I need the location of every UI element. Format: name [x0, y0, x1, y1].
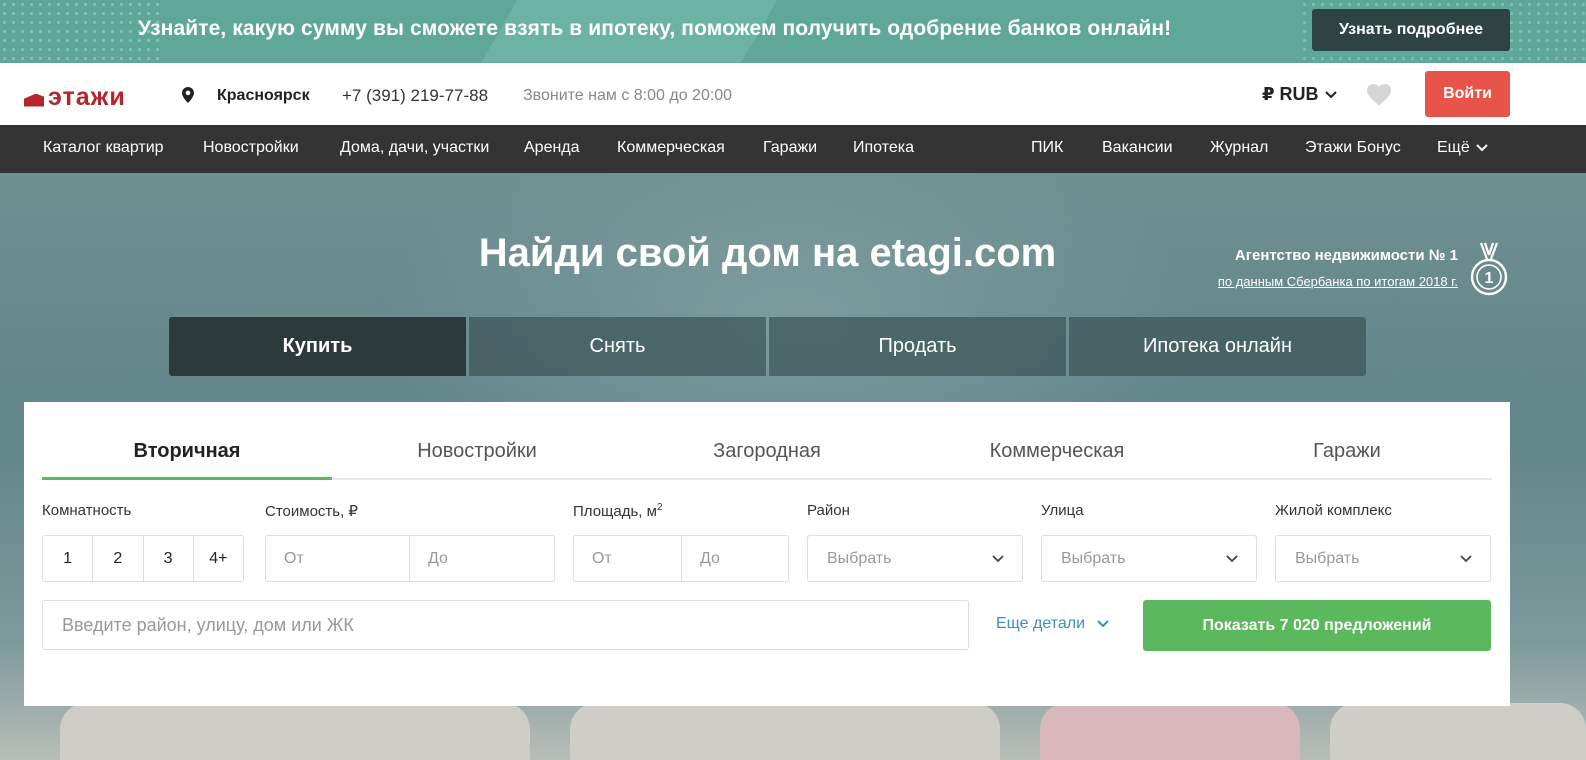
rooms-label: Комнатность	[42, 502, 132, 519]
nav-item-vacancies[interactable]: Вакансии	[1102, 139, 1173, 157]
chevron-down-icon	[1460, 554, 1472, 562]
area-label: Площадь, м2	[573, 502, 663, 520]
price-range	[265, 535, 555, 582]
property-type-tabs: Вторичная Новостройки Загородная Коммерч…	[42, 420, 1492, 480]
working-hours: Звоните нам с 8:00 до 20:00	[523, 87, 733, 104]
medal-icon: 1	[1470, 242, 1508, 296]
tab-secondary[interactable]: Вторичная	[42, 420, 332, 480]
nav-item-bonus[interactable]: Этажи Бонус	[1305, 139, 1401, 157]
hero-background-sofa	[60, 703, 530, 760]
price-to-input[interactable]	[410, 536, 554, 581]
chevron-down-icon	[1097, 620, 1109, 628]
logo[interactable]: этажи	[24, 83, 126, 112]
area-label-text: Площадь, м	[573, 503, 657, 520]
nav-item-more[interactable]: Ещё	[1437, 139, 1488, 157]
chevron-down-icon	[1226, 554, 1238, 562]
map-pin-icon	[182, 87, 194, 103]
medal-number: 1	[1485, 270, 1494, 287]
show-offers-button[interactable]: Показать 7 020 предложений	[1143, 600, 1491, 651]
more-details-label: Еще детали	[996, 615, 1086, 632]
complex-select-value: Выбрать	[1295, 549, 1360, 567]
complex-label: Жилой комплекс	[1275, 502, 1392, 519]
area-from-input[interactable]	[574, 536, 682, 581]
nav-item-garages[interactable]: Гаражи	[763, 139, 817, 157]
search-panel: Вторичная Новостройки Загородная Коммерч…	[24, 402, 1510, 706]
agency-award: Агентство недвижимости № 1 по данным Сбе…	[1190, 247, 1458, 289]
area-label-sup: 2	[656, 502, 663, 513]
heart-icon[interactable]	[1367, 84, 1391, 106]
site-header: этажи Красноярск +7 (391) 219-77-88 Звон…	[0, 63, 1586, 125]
street-label: Улица	[1041, 502, 1084, 519]
currency-label: ₽ RUB	[1262, 84, 1319, 104]
hero-background-sofa	[570, 703, 1000, 760]
agency-award-title: Агентство недвижимости № 1	[1234, 247, 1458, 264]
district-select[interactable]: Выбрать	[807, 535, 1023, 582]
address-search-input[interactable]	[42, 600, 969, 650]
nav-item-mortgage[interactable]: Ипотека	[853, 139, 914, 157]
chevron-down-icon	[1476, 144, 1488, 152]
more-details-toggle[interactable]: Еще детали	[996, 615, 1109, 633]
promo-text: Узнайте, какую сумму вы сможете взять в …	[138, 17, 1172, 40]
currency-selector[interactable]: ₽ RUB	[1262, 84, 1337, 105]
district-select-value: Выбрать	[827, 549, 892, 567]
nav-item-journal[interactable]: Журнал	[1210, 139, 1268, 157]
nav-item-new-buildings[interactable]: Новостройки	[203, 139, 299, 157]
nav-item-houses[interactable]: Дома, дачи, участки	[340, 139, 489, 157]
deal-type-tabs: Купить Снять Продать Ипотека онлайн	[169, 317, 1366, 376]
nav-more-label: Ещё	[1437, 139, 1470, 156]
hero-background-cushion	[1040, 703, 1300, 760]
login-button[interactable]: Войти	[1425, 71, 1510, 117]
area-to-input[interactable]	[682, 536, 788, 581]
nav-item-pik[interactable]: ПИК	[1031, 139, 1063, 157]
phone-number[interactable]: +7 (391) 219-77-88	[342, 86, 488, 106]
price-from-input[interactable]	[266, 536, 410, 581]
tab-mortgage-online[interactable]: Ипотека онлайн	[1069, 317, 1366, 376]
chevron-down-icon	[992, 554, 1004, 562]
price-label: Стоимость, ₽	[265, 503, 358, 520]
tab-buy[interactable]: Купить	[169, 317, 466, 376]
complex-select[interactable]: Выбрать	[1275, 535, 1491, 582]
tab-sell[interactable]: Продать	[769, 317, 1066, 376]
tab-commercial[interactable]: Коммерческая	[912, 420, 1202, 478]
tab-rent[interactable]: Снять	[469, 317, 766, 376]
nav-item-catalog[interactable]: Каталог квартир	[43, 139, 164, 157]
rooms-selector: 1 2 3 4+	[42, 535, 244, 582]
tab-garages[interactable]: Гаражи	[1202, 420, 1492, 478]
nav-item-commercial[interactable]: Коммерческая	[617, 139, 725, 157]
room-option-2[interactable]: 2	[93, 536, 144, 581]
agency-award-link[interactable]: по данным Сбербанка по итогам 2018 г.	[1190, 274, 1458, 289]
promo-decoration-dots	[0, 0, 160, 63]
room-option-4plus[interactable]: 4+	[194, 536, 243, 581]
tab-new-buildings[interactable]: Новостройки	[332, 420, 622, 478]
promo-learn-more-button[interactable]: Узнать подробнее	[1312, 9, 1510, 51]
area-range	[573, 535, 789, 582]
logo-house-icon	[24, 89, 44, 107]
room-option-3[interactable]: 3	[144, 536, 194, 581]
logo-text: этажи	[48, 83, 126, 111]
room-option-1[interactable]: 1	[43, 536, 94, 581]
hero-background-sofa	[1330, 703, 1586, 760]
street-select[interactable]: Выбрать	[1041, 535, 1257, 582]
main-nav: Каталог квартир Новостройки Дома, дачи, …	[0, 125, 1586, 173]
promo-banner: Узнайте, какую сумму вы сможете взять в …	[0, 0, 1586, 63]
district-label: Район	[807, 502, 850, 519]
street-select-value: Выбрать	[1061, 549, 1126, 567]
chevron-down-icon	[1324, 90, 1337, 98]
city-selector[interactable]: Красноярск	[217, 87, 310, 105]
nav-item-rent[interactable]: Аренда	[524, 139, 580, 157]
tab-country[interactable]: Загородная	[622, 420, 912, 478]
